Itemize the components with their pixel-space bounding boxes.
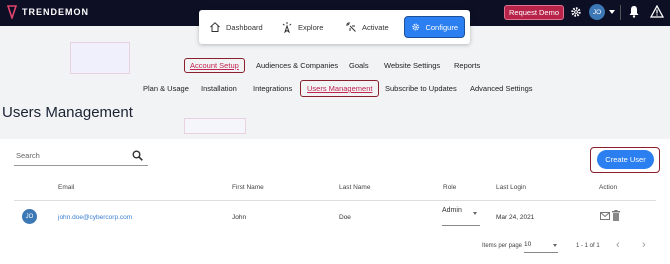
- items-per-page-label: Items per page: [482, 243, 523, 249]
- nav-configure-label: Configure: [425, 22, 458, 32]
- explore-icon: [282, 22, 292, 33]
- users-card: Search Create User Email First Name Last…: [0, 139, 670, 264]
- items-per-page-select[interactable]: 10: [524, 241, 556, 248]
- column-header-last-login[interactable]: Last Login: [496, 184, 526, 191]
- search-icon[interactable]: [132, 150, 143, 161]
- search-underline: [14, 165, 148, 166]
- gear-icon[interactable]: [570, 6, 582, 18]
- subnav-advanced-settings[interactable]: Advanced Settings: [470, 84, 533, 93]
- column-header-last-name[interactable]: Last Name: [339, 184, 370, 191]
- column-header-role[interactable]: Role: [443, 184, 456, 191]
- nav-dashboard[interactable]: Dashboard: [203, 16, 269, 38]
- request-demo-button[interactable]: Request Demo: [504, 5, 564, 20]
- subnav-integrations[interactable]: Integrations: [253, 84, 292, 93]
- role-underline: [442, 225, 480, 226]
- search-input[interactable]: Search: [16, 151, 40, 160]
- subnav-website-settings[interactable]: Website Settings: [384, 61, 440, 70]
- nav-explore[interactable]: Explore: [275, 16, 329, 38]
- chevron-down-icon[interactable]: [609, 10, 615, 14]
- chevron-down-icon[interactable]: [473, 212, 477, 215]
- subnav-installation[interactable]: Installation: [201, 84, 237, 93]
- trash-icon[interactable]: [612, 210, 620, 221]
- logo[interactable]: TRENDEMON: [6, 5, 89, 19]
- mail-icon[interactable]: [600, 212, 610, 220]
- chevron-down-icon[interactable]: [553, 244, 557, 247]
- bell-icon[interactable]: [628, 5, 640, 18]
- subnav-account-setup[interactable]: Account Setup: [184, 58, 245, 73]
- activate-icon: [346, 22, 356, 32]
- subnav-plan-usage[interactable]: Plan & Usage: [143, 84, 189, 93]
- row-last-login: Mar 24, 2021: [496, 214, 535, 221]
- configure-icon: [412, 23, 420, 31]
- nav-dashboard-label: Dashboard: [226, 22, 263, 32]
- subnav-audiences-companies[interactable]: Audiences & Companies: [256, 61, 338, 70]
- avatar: JO: [22, 209, 37, 224]
- row-last-name: Doe: [339, 214, 351, 221]
- page-title: Users Management: [2, 104, 133, 121]
- page: TRENDEMON Request Demo JO Dashboard Expl…: [0, 0, 670, 264]
- logo-mark-icon: [6, 5, 18, 19]
- next-page-button[interactable]: ›: [642, 239, 646, 251]
- subnav-users-management[interactable]: Users Management: [300, 80, 380, 97]
- subnav-subscribe-updates[interactable]: Subscribe to Updates: [385, 84, 457, 93]
- previous-page-button[interactable]: ‹: [616, 239, 620, 251]
- nav-activate-label: Activate: [362, 22, 389, 32]
- create-user-button[interactable]: Create User: [597, 150, 654, 169]
- warning-icon[interactable]: [650, 5, 664, 18]
- ghost-overlay: [184, 118, 246, 134]
- pagination-range: 1 - 1 of 1: [576, 243, 600, 249]
- main-nav: Dashboard Explore Activate Configure: [199, 10, 470, 44]
- nav-explore-label: Explore: [298, 22, 324, 32]
- column-header-first-name[interactable]: First Name: [232, 184, 264, 191]
- divider: [620, 5, 621, 20]
- header-divider: [14, 200, 656, 201]
- logo-text: TRENDEMON: [22, 7, 89, 17]
- nav-configure[interactable]: Configure: [404, 16, 465, 38]
- home-icon: [210, 22, 220, 32]
- items-per-page-underline: [524, 252, 558, 253]
- user-avatar[interactable]: JO: [589, 4, 605, 20]
- ghost-overlay: [70, 42, 130, 74]
- subnav-reports[interactable]: Reports: [454, 61, 480, 70]
- subnav-goals[interactable]: Goals: [349, 61, 369, 70]
- row-first-name: John: [232, 214, 247, 221]
- nav-activate[interactable]: Activate: [339, 16, 395, 38]
- column-header-action: Action: [599, 184, 618, 191]
- row-email[interactable]: john.doe@cybercorp.com: [58, 214, 132, 221]
- column-header-email[interactable]: Email: [58, 184, 74, 191]
